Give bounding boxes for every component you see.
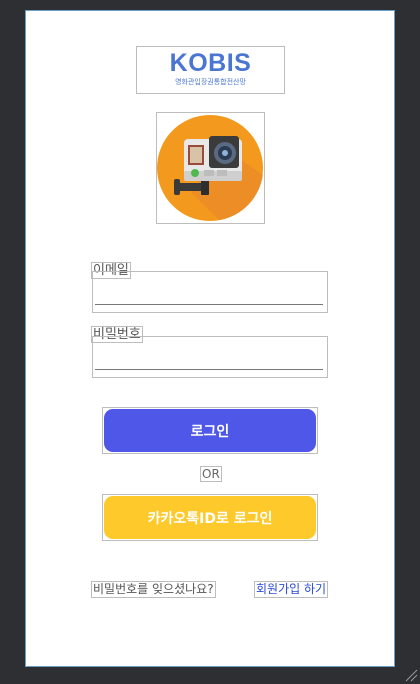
action-camera-icon	[157, 115, 263, 221]
logo-subtitle: 영화관입장권통합전산망	[175, 78, 246, 86]
kakao-login-button-frame: 카카오톡ID로 로그인	[102, 494, 318, 541]
logo-title: KOBIS	[169, 49, 252, 77]
login-button[interactable]: 로그인	[104, 409, 316, 452]
action-camera-image	[156, 112, 265, 224]
or-divider: OR	[200, 466, 222, 482]
login-button-frame: 로그인	[102, 407, 318, 454]
kakao-login-button[interactable]: 카카오톡ID로 로그인	[104, 496, 316, 539]
password-field-frame	[92, 336, 328, 378]
signup-link[interactable]: 회원가입 하기	[254, 581, 329, 598]
forgot-password-link[interactable]: 비밀번호를 잊으셨나요?	[91, 581, 216, 598]
email-field-frame	[92, 271, 328, 313]
email-input[interactable]	[95, 286, 323, 305]
password-input[interactable]	[95, 351, 323, 370]
kobis-logo: KOBIS 영화관입장권통합전산망	[136, 46, 285, 94]
resize-grip-icon[interactable]	[404, 668, 418, 682]
app-window: KOBIS 영화관입장권통합전산망 이메일 비밀번호 로그인 OR 카카오톡ID…	[25, 10, 395, 667]
